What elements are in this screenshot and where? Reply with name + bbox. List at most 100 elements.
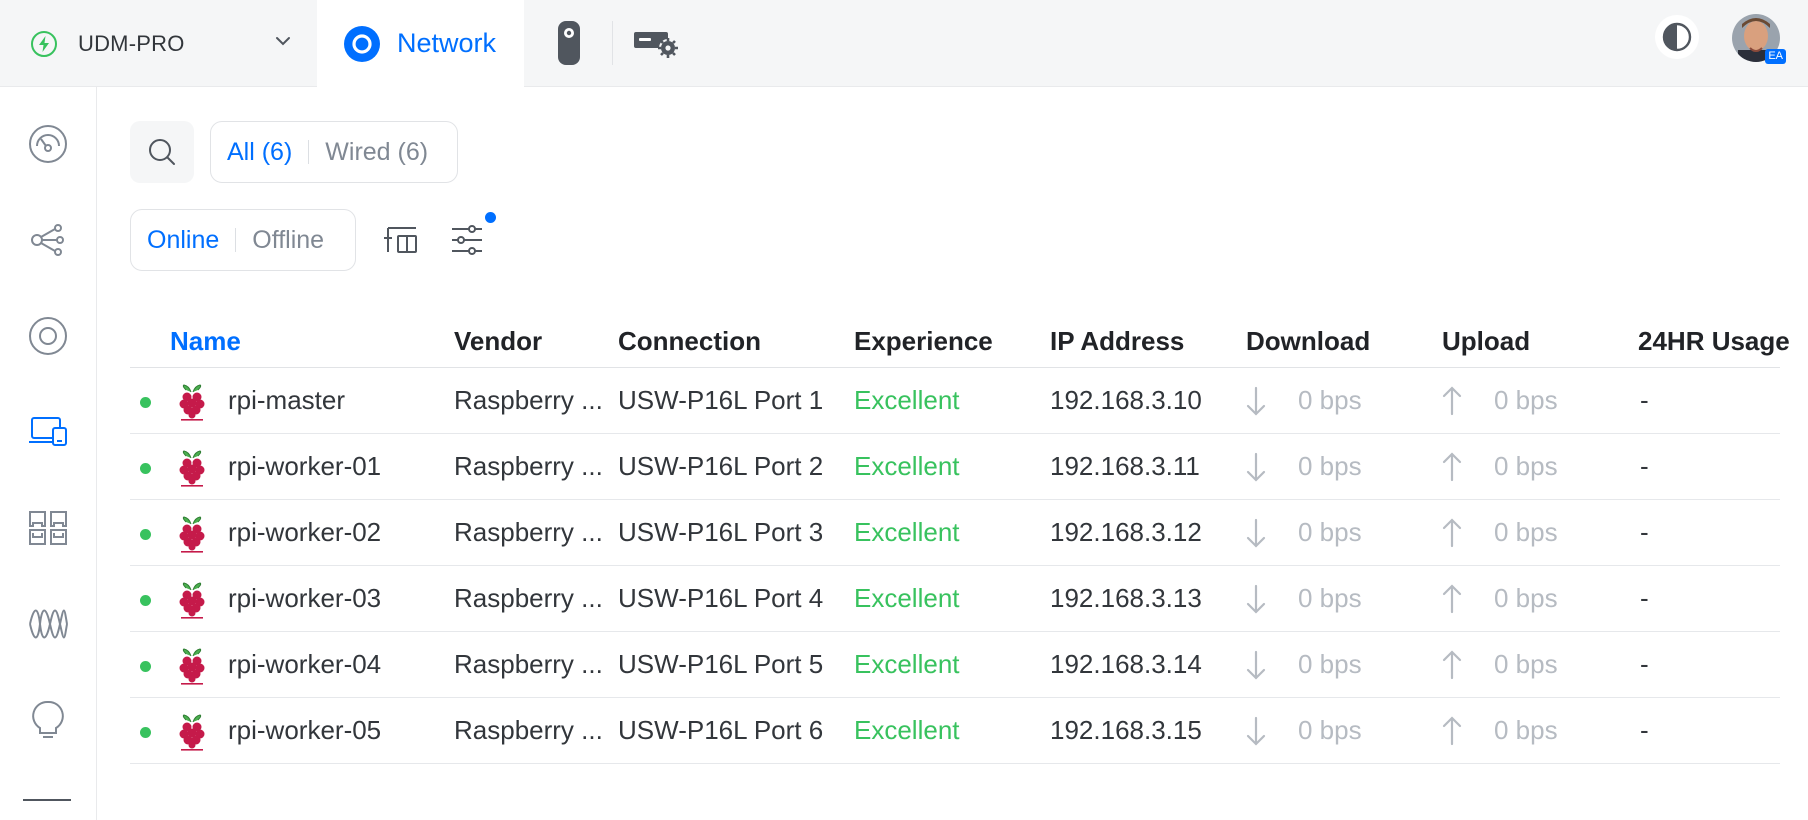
nav-insights[interactable] [24, 600, 72, 648]
arrow-up-icon [1442, 518, 1462, 548]
header-vendor[interactable]: Vendor [454, 326, 542, 357]
client-name[interactable]: rpi-worker-05 [228, 715, 381, 746]
nav-ports[interactable] [24, 504, 72, 552]
client-name[interactable]: rpi-master [228, 385, 345, 416]
client-ip: 192.168.3.11 [1050, 451, 1200, 481]
client-vendor: Raspberry ... [454, 649, 603, 679]
nav-divider [23, 799, 71, 801]
arrow-up-icon [1442, 452, 1462, 482]
raspberry-pi-icon [179, 714, 205, 751]
client-name[interactable]: rpi-worker-01 [228, 451, 381, 482]
online-status-dot [140, 529, 151, 540]
client-experience: Excellent [854, 385, 960, 415]
table-row[interactable]: rpi-worker-01 Raspberry ... USW-P16L Por… [130, 434, 1780, 500]
clients-table: Name Vendor Connection Experience IP Add… [130, 314, 1790, 764]
client-connection[interactable]: USW-P16L Port 1 [618, 385, 823, 416]
online-status-dot [140, 595, 151, 606]
table-row[interactable]: rpi-worker-02 Raspberry ... USW-P16L Por… [130, 500, 1780, 566]
client-upload: 0 bps [1494, 649, 1558, 679]
console-selector[interactable]: UDM-PRO [0, 0, 317, 87]
client-experience: Excellent [854, 715, 960, 745]
contrast-icon [1662, 22, 1692, 52]
bolt-status-icon [31, 30, 57, 57]
client-download: 0 bps [1298, 649, 1362, 679]
table-row[interactable]: rpi-worker-04 Raspberry ... USW-P16L Por… [130, 632, 1780, 698]
client-upload: 0 bps [1494, 385, 1558, 415]
header-name[interactable]: Name [170, 326, 241, 357]
raspberry-pi-icon [179, 648, 205, 685]
client-download: 0 bps [1298, 517, 1362, 547]
column-select-button[interactable] [380, 218, 424, 262]
tab-network[interactable]: Network [317, 0, 524, 87]
header-usage[interactable]: 24HR Usage [1638, 326, 1790, 357]
client-download: 0 bps [1298, 451, 1362, 481]
admin-console-icon[interactable] [632, 22, 680, 62]
arrow-up-icon [1442, 716, 1462, 746]
tab-network-label: Network [397, 28, 497, 58]
columns-icon [384, 227, 417, 253]
header-experience[interactable]: Experience [854, 326, 993, 357]
nav-client-devices[interactable] [24, 407, 72, 455]
side-nav [0, 87, 97, 820]
client-connection[interactable]: USW-P16L Port 2 [618, 451, 823, 482]
client-usage: - [1640, 649, 1649, 679]
client-download: 0 bps [1298, 715, 1362, 745]
connection-type-filter: All (6) Wired (6) [210, 121, 458, 183]
client-usage: - [1640, 715, 1649, 745]
search-button[interactable] [130, 121, 194, 183]
client-experience: Excellent [854, 649, 960, 679]
active-filter-badge [485, 212, 496, 223]
filter-wired[interactable]: Wired (6) [309, 138, 444, 167]
dashboard-gauge-icon [29, 125, 67, 163]
client-name[interactable]: rpi-worker-02 [228, 517, 381, 548]
client-experience: Excellent [854, 451, 960, 481]
online-status-dot [140, 661, 151, 672]
filter-all[interactable]: All (6) [211, 138, 308, 167]
theme-toggle-button[interactable] [1655, 15, 1699, 59]
nav-topology[interactable] [24, 216, 72, 264]
unifi-device-icon [29, 317, 67, 355]
table-row[interactable]: rpi-master Raspberry ... USW-P16L Port 1… [130, 368, 1780, 434]
client-upload: 0 bps [1494, 451, 1558, 481]
tab-divider [612, 21, 613, 65]
client-ip: 192.168.3.13 [1050, 583, 1202, 613]
header-ip[interactable]: IP Address [1050, 326, 1184, 357]
client-connection[interactable]: USW-P16L Port 6 [618, 715, 823, 746]
raspberry-pi-icon [179, 516, 205, 553]
nav-unifi-devices[interactable] [24, 312, 72, 360]
nav-alarms[interactable] [24, 696, 72, 744]
client-ip: 192.168.3.14 [1050, 649, 1202, 679]
avatar-initials-badge: EA [1765, 49, 1786, 64]
client-connection[interactable]: USW-P16L Port 5 [618, 649, 823, 680]
filter-offline[interactable]: Offline [236, 226, 340, 255]
header-upload[interactable]: Upload [1442, 326, 1530, 357]
nav-dashboard[interactable] [24, 120, 72, 168]
online-status-dot [140, 463, 151, 474]
client-upload: 0 bps [1494, 715, 1558, 745]
client-ip: 192.168.3.12 [1050, 517, 1202, 547]
client-vendor: Raspberry ... [454, 583, 603, 613]
search-icon [149, 139, 175, 165]
table-row[interactable]: rpi-worker-05 Raspberry ... USW-P16L Por… [130, 698, 1780, 764]
client-usage: - [1640, 451, 1649, 481]
online-status-filter: Online Offline [130, 209, 356, 271]
arrow-down-icon [1246, 716, 1266, 746]
client-usage: - [1640, 583, 1649, 613]
client-experience: Excellent [854, 583, 960, 613]
arrow-down-icon [1246, 386, 1266, 416]
user-avatar[interactable]: EA [1732, 14, 1786, 64]
protect-camera-icon[interactable] [552, 18, 586, 68]
client-connection[interactable]: USW-P16L Port 4 [618, 583, 823, 614]
client-connection[interactable]: USW-P16L Port 3 [618, 517, 823, 548]
client-name[interactable]: rpi-worker-04 [228, 649, 381, 680]
arrow-down-icon [1246, 452, 1266, 482]
filter-online[interactable]: Online [131, 226, 235, 255]
client-name[interactable]: rpi-worker-03 [228, 583, 381, 614]
header-connection[interactable]: Connection [618, 326, 761, 357]
header-download[interactable]: Download [1246, 326, 1370, 357]
filter-settings-button[interactable] [445, 218, 489, 262]
client-vendor: Raspberry ... [454, 451, 603, 481]
topology-icon [31, 224, 64, 256]
table-row[interactable]: rpi-worker-03 Raspberry ... USW-P16L Por… [130, 566, 1780, 632]
arrow-up-icon [1442, 386, 1462, 416]
